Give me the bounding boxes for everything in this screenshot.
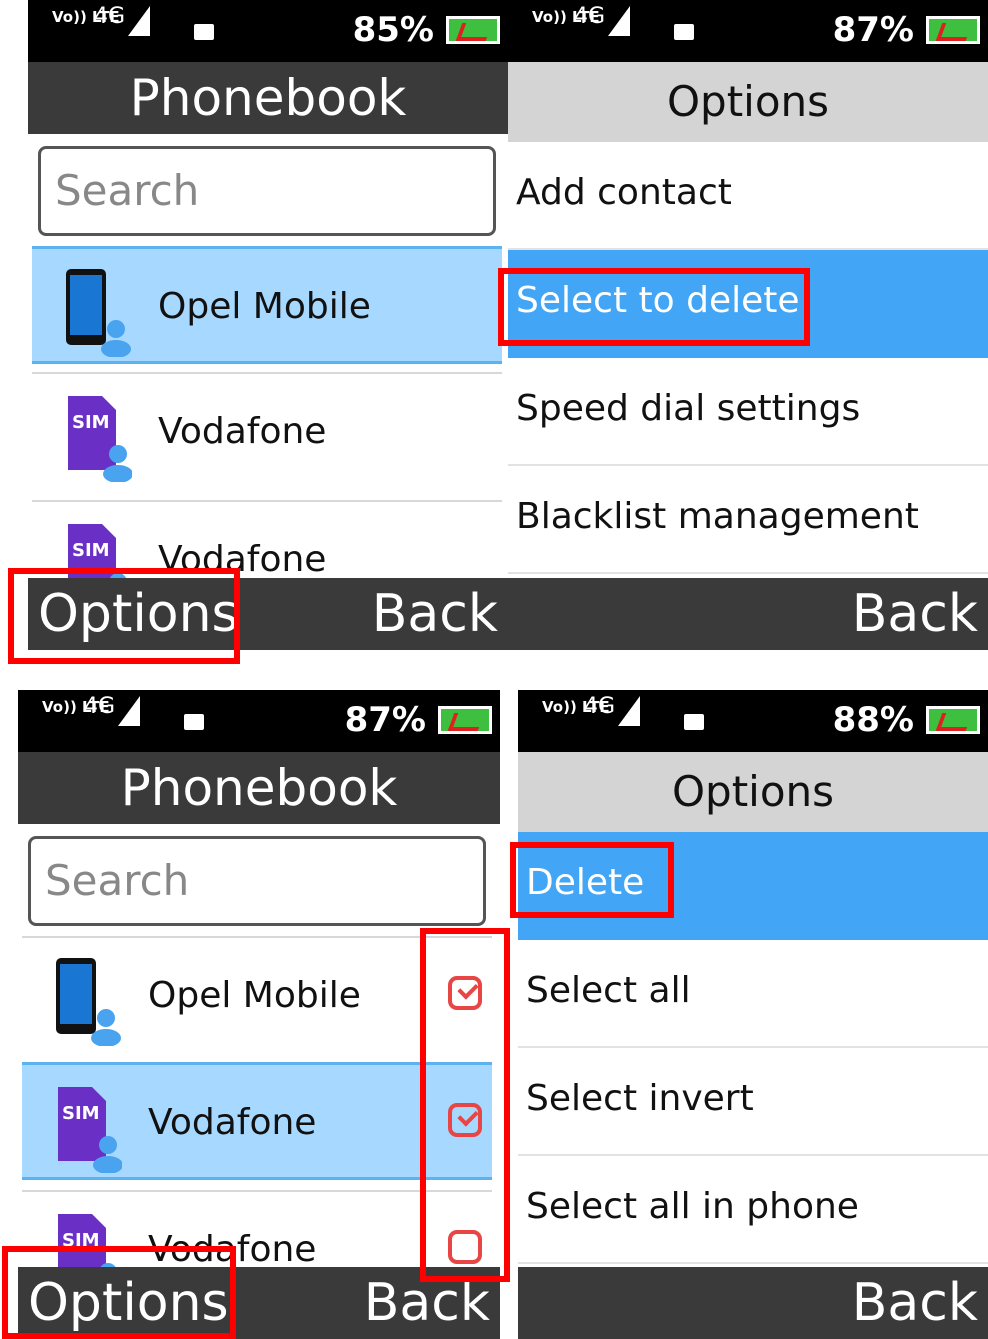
network-type: 4G (84, 694, 116, 719)
page-title: Options (508, 62, 988, 142)
contact-name: Vodafone (158, 411, 327, 452)
page-title: Phonebook (28, 62, 508, 134)
menu-item-label: Speed dial settings (516, 388, 861, 429)
menu-item-speed-dial-settings[interactable]: Speed dial settings (508, 358, 988, 466)
network-type: 4G (584, 694, 616, 719)
battery-charging-icon (446, 16, 500, 44)
options-select-screen: Vo)) LTE 4G 88% Options Delete Select al… (518, 690, 988, 1339)
search-input[interactable]: Search (28, 836, 486, 926)
menu-item-label: Select all in phone (526, 1186, 859, 1227)
status-bar: Vo)) LTE 4G 85% (28, 0, 508, 62)
contact-row-vodafone[interactable]: SIM Vodafone (32, 372, 502, 490)
back-softkey[interactable]: Back (852, 584, 978, 644)
battery-charging-icon (926, 706, 980, 734)
battery-percent: 87% (832, 10, 914, 50)
signal-icon (608, 6, 630, 36)
signal-icon (118, 696, 140, 726)
signal-icon (128, 6, 150, 36)
contact-name: Opel Mobile (148, 975, 361, 1016)
menu-item-select-all-in-phone[interactable]: Select all in phone (518, 1156, 988, 1264)
menu-item-select-invert[interactable]: Select invert (518, 1048, 988, 1156)
phonebook-screen-top: Vo)) LTE 4G 85% Phonebook Search Opel Mo… (28, 0, 508, 650)
image-notification-icon (184, 714, 204, 730)
battery-percent: 87% (344, 700, 426, 740)
softkey-bar: Back (508, 578, 988, 650)
battery-percent: 88% (832, 700, 914, 740)
menu-item-label: Select invert (526, 1078, 754, 1119)
softkey-bar: Back (518, 1267, 988, 1339)
network-type: 4G (94, 4, 126, 29)
back-softkey[interactable]: Back (852, 1273, 978, 1333)
menu-item-add-contact[interactable]: Add contact (508, 142, 988, 250)
contact-name: Vodafone (148, 1102, 317, 1143)
svg-text:SIM: SIM (72, 540, 110, 561)
status-bar: Vo)) LTE 4G 87% (18, 690, 500, 752)
svg-text:SIM: SIM (62, 1103, 100, 1124)
network-type: 4G (574, 4, 606, 29)
status-bar: Vo)) LTE 4G 88% (518, 690, 988, 752)
menu-item-blacklist-management[interactable]: Blacklist management (508, 466, 988, 574)
phone-contact-icon (66, 269, 131, 357)
signal-icon (618, 696, 640, 726)
battery-charging-icon (926, 16, 980, 44)
page-title: Phonebook (18, 752, 500, 824)
svg-text:SIM: SIM (72, 412, 110, 433)
status-bar: Vo)) LTE 4G 87% (508, 0, 988, 62)
phone-contact-icon (56, 958, 121, 1046)
highlight-box-delete (510, 842, 674, 918)
search-input[interactable]: Search (38, 146, 496, 236)
image-notification-icon (684, 714, 704, 730)
sim-contact-icon: SIM (58, 1087, 122, 1173)
menu-item-label: Select all (526, 970, 691, 1011)
page-title: Options (518, 752, 988, 832)
sim-contact-icon: SIM (68, 396, 132, 482)
highlight-box-checkboxes (420, 928, 510, 1282)
menu-item-select-all[interactable]: Select all (518, 940, 988, 1048)
highlight-box-select-to-delete (498, 268, 810, 346)
contact-row-opel-mobile[interactable]: Opel Mobile (32, 246, 502, 364)
highlight-box-options-bottom (2, 1246, 236, 1339)
contact-name: Opel Mobile (158, 286, 371, 327)
menu-item-label: Add contact (516, 172, 732, 213)
highlight-box-options-top (8, 568, 240, 664)
battery-percent: 85% (352, 10, 434, 50)
image-notification-icon (674, 24, 694, 40)
menu-item-label: Blacklist management (516, 496, 919, 537)
battery-charging-icon (438, 706, 492, 734)
back-softkey[interactable]: Back (372, 584, 498, 644)
back-softkey[interactable]: Back (364, 1273, 490, 1333)
image-notification-icon (194, 24, 214, 40)
